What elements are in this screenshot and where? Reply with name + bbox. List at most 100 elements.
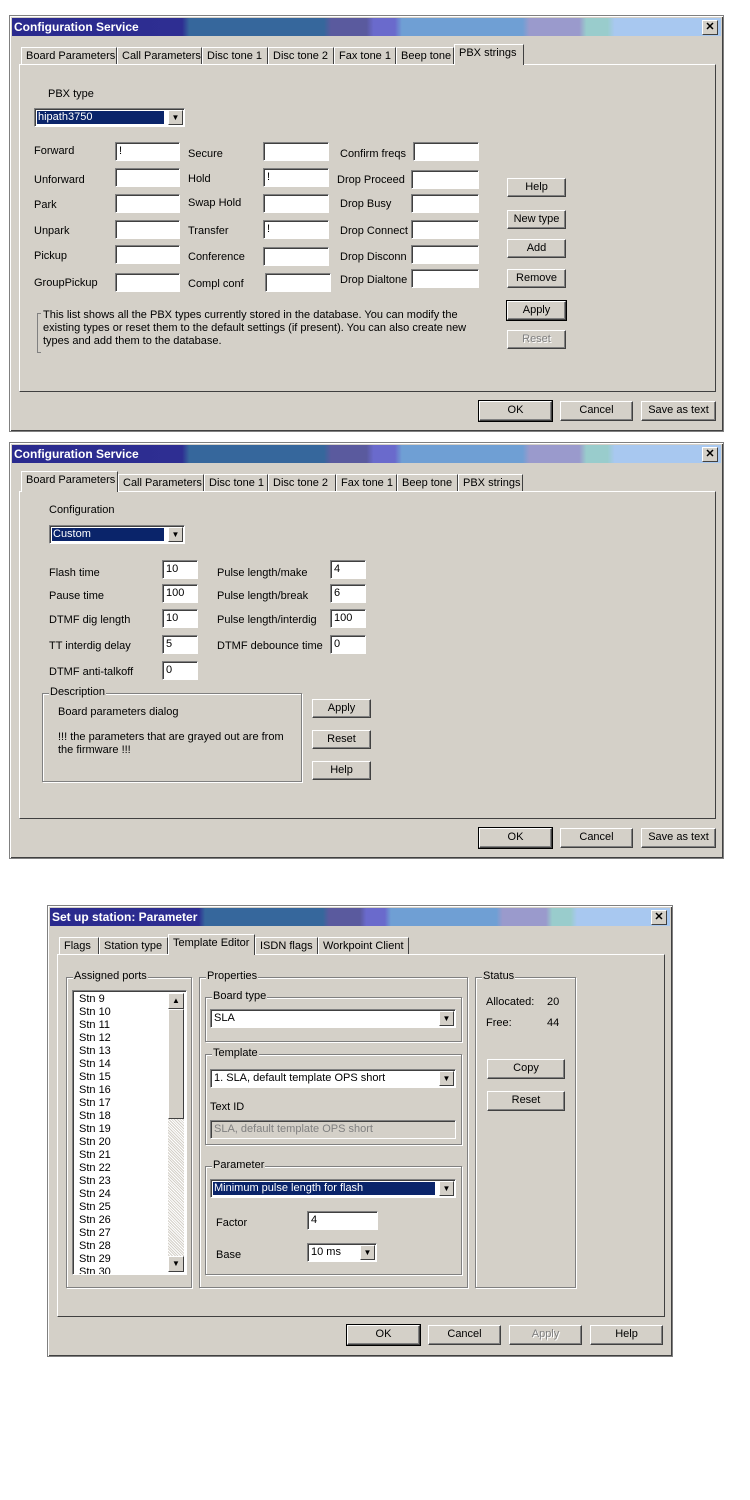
scroll-down-icon[interactable]: ▼: [168, 1256, 184, 1272]
factor-field[interactable]: 4: [307, 1211, 378, 1230]
flash-time-field[interactable]: 10: [162, 560, 198, 579]
tab-fax-tone-1[interactable]: Fax tone 1: [334, 47, 396, 65]
list-item[interactable]: Stn 22: [75, 1162, 166, 1175]
list-item[interactable]: Stn 27: [75, 1227, 166, 1240]
dtmf-dig-length-field[interactable]: 10: [162, 609, 198, 628]
list-item[interactable]: Stn 28: [75, 1240, 166, 1253]
chevron-down-icon[interactable]: ▼: [439, 1181, 454, 1196]
dtmf-anti-talkoff-field[interactable]: 0: [162, 661, 198, 680]
tab-pbx-strings[interactable]: PBX strings: [454, 44, 524, 65]
reset-button[interactable]: Reset: [487, 1091, 565, 1111]
list-item[interactable]: Stn 18: [75, 1110, 166, 1123]
help-button[interactable]: Help: [507, 178, 566, 197]
save-as-text-button[interactable]: Save as text: [641, 828, 716, 848]
list-item[interactable]: Stn 25: [75, 1201, 166, 1214]
list-item[interactable]: Stn 9: [75, 993, 166, 1006]
pause-time-field[interactable]: 100: [162, 584, 198, 603]
save-as-text-button[interactable]: Save as text: [641, 401, 716, 421]
list-item[interactable]: Stn 21: [75, 1149, 166, 1162]
list-item[interactable]: Stn 10: [75, 1006, 166, 1019]
tab-pbx-strings[interactable]: PBX strings: [458, 474, 523, 492]
apply-button[interactable]: Apply: [509, 1325, 582, 1345]
apply-button[interactable]: Apply: [506, 300, 567, 321]
new-type-button[interactable]: New type: [507, 210, 566, 229]
conference-field[interactable]: [263, 247, 329, 266]
list-item[interactable]: Stn 26: [75, 1214, 166, 1227]
list-item[interactable]: Stn 24: [75, 1188, 166, 1201]
list-item[interactable]: Stn 12: [75, 1032, 166, 1045]
help-button[interactable]: Help: [312, 761, 371, 780]
help-button[interactable]: Help: [590, 1325, 663, 1345]
tab-beep-tone[interactable]: Beep tone: [397, 474, 458, 492]
list-item[interactable]: Stn 15: [75, 1071, 166, 1084]
close-button[interactable]: ✕: [702, 20, 718, 35]
tab-disc-tone-2[interactable]: Disc tone 2: [268, 47, 334, 65]
list-item[interactable]: Stn 17: [75, 1097, 166, 1110]
list-item[interactable]: Stn 29: [75, 1253, 166, 1266]
base-select[interactable]: 10 ms ▼: [307, 1243, 377, 1262]
copy-button[interactable]: Copy: [487, 1059, 565, 1079]
forward-field[interactable]: !: [115, 142, 180, 161]
tab-board-parameters[interactable]: Board Parameters: [21, 47, 117, 65]
board-type-select[interactable]: SLA ▼: [210, 1009, 456, 1028]
ok-button[interactable]: OK: [346, 1324, 421, 1346]
add-button[interactable]: Add: [507, 239, 566, 258]
drop-disconn-field[interactable]: [411, 245, 479, 264]
cancel-button[interactable]: Cancel: [560, 828, 633, 848]
remove-button[interactable]: Remove: [507, 269, 566, 288]
drop-proceed-field[interactable]: [411, 170, 479, 189]
grouppickup-field[interactable]: [115, 273, 180, 292]
park-field[interactable]: [115, 194, 180, 213]
tab-fax-tone-1[interactable]: Fax tone 1: [336, 474, 397, 492]
tab-flags[interactable]: Flags: [59, 937, 99, 955]
hold-field[interactable]: !: [263, 168, 329, 187]
parameter-select[interactable]: Minimum pulse length for flash ▼: [210, 1179, 456, 1198]
list-item[interactable]: Stn 11: [75, 1019, 166, 1032]
pickup-field[interactable]: [115, 245, 180, 264]
swap-hold-field[interactable]: [263, 194, 329, 213]
tab-call-parameters[interactable]: Call Parameters: [117, 47, 202, 65]
chevron-down-icon[interactable]: ▼: [439, 1011, 454, 1026]
list-item[interactable]: Stn 30: [75, 1266, 166, 1274]
tab-call-parameters[interactable]: Call Parameters: [118, 474, 204, 492]
tab-workpoint-client[interactable]: Workpoint Client: [318, 937, 409, 955]
compl-conf-field[interactable]: [265, 273, 331, 292]
close-button[interactable]: ✕: [651, 910, 667, 925]
chevron-down-icon[interactable]: ▼: [439, 1071, 454, 1086]
tab-template-editor[interactable]: Template Editor: [168, 934, 255, 955]
list-item[interactable]: Stn 14: [75, 1058, 166, 1071]
cancel-button[interactable]: Cancel: [428, 1325, 501, 1345]
drop-connect-field[interactable]: [411, 220, 479, 239]
list-item[interactable]: Stn 16: [75, 1084, 166, 1097]
assigned-ports-list[interactable]: Stn 9 Stn 10 Stn 11 Stn 12 Stn 13 Stn 14 Stn 1…: [72, 990, 187, 1275]
tab-station-type[interactable]: Station type: [99, 937, 168, 955]
chevron-down-icon[interactable]: ▼: [168, 527, 183, 542]
template-select[interactable]: 1. SLA, default template OPS short ▼: [210, 1069, 456, 1088]
tab-disc-tone-1[interactable]: Disc tone 1: [202, 47, 268, 65]
secure-field[interactable]: [263, 142, 329, 161]
ok-button[interactable]: OK: [478, 827, 553, 849]
drop-dialtone-field[interactable]: [411, 269, 479, 288]
chevron-down-icon[interactable]: ▼: [360, 1245, 375, 1260]
close-button[interactable]: ✕: [702, 447, 718, 462]
scroll-up-icon[interactable]: ▲: [168, 993, 184, 1009]
cancel-button[interactable]: Cancel: [560, 401, 633, 421]
tab-isdn-flags[interactable]: ISDN flags: [255, 937, 318, 955]
transfer-field[interactable]: !: [263, 220, 329, 239]
unforward-field[interactable]: [115, 168, 180, 187]
scroll-thumb[interactable]: [168, 1009, 184, 1119]
reset-button[interactable]: Reset: [507, 330, 566, 349]
tab-board-parameters[interactable]: Board Parameters: [21, 471, 118, 492]
list-item[interactable]: Stn 19: [75, 1123, 166, 1136]
dtmf-debounce-time-field[interactable]: 0: [330, 635, 366, 654]
tt-interdig-delay-field[interactable]: 5: [162, 635, 198, 654]
ports-scrollbar[interactable]: ▲ ▼: [168, 993, 184, 1272]
configuration-select[interactable]: Custom ▼: [49, 525, 185, 544]
tab-disc-tone-2[interactable]: Disc tone 2: [268, 474, 336, 492]
confirm-freqs-field[interactable]: [413, 142, 479, 161]
reset-button[interactable]: Reset: [312, 730, 371, 749]
list-item[interactable]: Stn 23: [75, 1175, 166, 1188]
list-item[interactable]: Stn 13: [75, 1045, 166, 1058]
pulse-length-make-field[interactable]: 4: [330, 560, 366, 579]
ok-button[interactable]: OK: [478, 400, 553, 422]
